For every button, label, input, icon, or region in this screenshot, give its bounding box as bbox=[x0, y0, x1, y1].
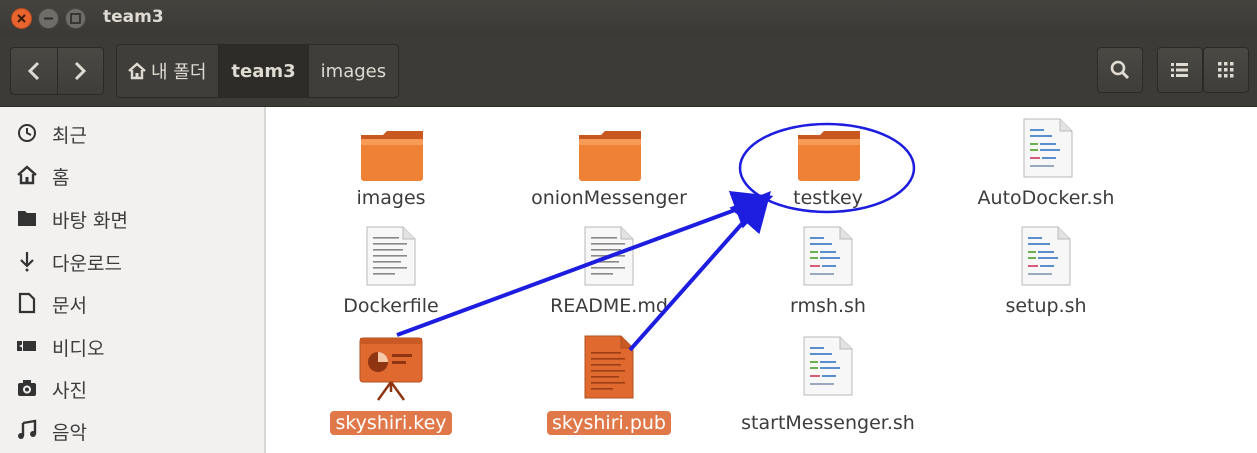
annotation-overlay bbox=[396, 122, 916, 352]
arrow-from-skyshiri-key bbox=[396, 190, 774, 337]
highlight-ellipse bbox=[738, 122, 916, 214]
